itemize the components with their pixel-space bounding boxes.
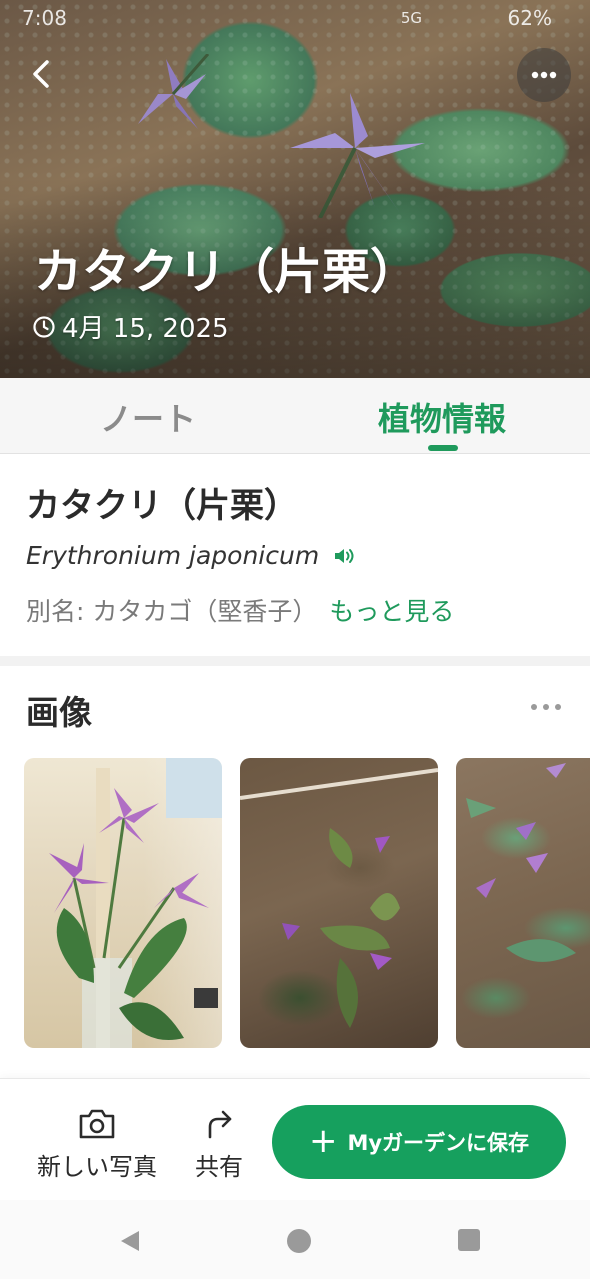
tab-note[interactable]: ノート (100, 394, 196, 440)
nav-home-icon[interactable] (286, 1228, 312, 1254)
plus-icon: + (308, 1120, 338, 1161)
gallery-image[interactable] (240, 758, 438, 1048)
forest-floor-illustration (240, 768, 438, 1028)
tab-bar: ノート 植物情報 (0, 378, 590, 454)
bottom-action-bar: 新しい写真 共有 + Myガーデンに保存 (0, 1078, 590, 1200)
page-title: カタクリ（片栗） (34, 244, 419, 300)
status-battery: 62% (507, 6, 552, 30)
image-gallery (0, 758, 590, 1050)
save-label: Myガーデンに保存 (347, 1131, 530, 1155)
tab-plant-info[interactable]: 植物情報 (378, 394, 506, 440)
scientific-name: Erythronium japonicum (26, 541, 320, 570)
new-photo-label: 新しい写真 (37, 1153, 157, 1181)
meadow-illustration (466, 763, 576, 962)
see-more-link[interactable]: もっと見る (329, 592, 454, 628)
speaker-icon[interactable] (333, 545, 357, 567)
camera-icon (79, 1109, 115, 1139)
clock-icon (33, 315, 55, 338)
flower-illustration (138, 54, 210, 129)
observation-date: 4月 15, 2025 (32, 308, 229, 345)
system-nav-bar (0, 1200, 590, 1279)
share-arrow-icon (208, 1110, 232, 1139)
share-label: 共有 (195, 1153, 243, 1181)
nav-recents-icon[interactable] (457, 1228, 481, 1252)
active-tab-indicator (428, 445, 458, 451)
status-bar: 7:08 5G 62% (0, 0, 590, 36)
plant-name: カタクリ（片栗） (26, 486, 298, 526)
gallery-image[interactable] (456, 758, 590, 1048)
images-section-title: 画像 (26, 693, 92, 732)
chevron-left-icon (33, 60, 49, 88)
hero-image: 7:08 5G 62% カタクリ（片栗） 4月 15, 2025 (0, 0, 590, 378)
more-horizontal-icon[interactable] (526, 700, 566, 714)
new-photo-button[interactable]: 新しい写真 (24, 1107, 170, 1182)
more-horizontal-icon (531, 71, 557, 79)
more-options-button[interactable] (517, 48, 571, 102)
scientific-name-row: Erythronium japonicum (26, 541, 357, 570)
status-network: 5G (400, 9, 422, 27)
date-text: 4月 15, 2025 (62, 314, 229, 344)
section-divider (0, 656, 590, 666)
alias-text: 別名: カタカゴ（堅香子） (26, 597, 318, 626)
flower-vase-illustration (49, 758, 222, 1048)
save-to-garden-button[interactable]: + Myガーデンに保存 (272, 1105, 566, 1179)
back-button[interactable] (20, 52, 64, 96)
nav-back-icon[interactable] (117, 1228, 143, 1254)
share-button[interactable]: 共有 (188, 1107, 250, 1182)
status-time: 7:08 (22, 6, 67, 30)
gallery-image[interactable] (24, 758, 222, 1048)
alias-row: 別名: カタカゴ（堅香子） もっと見る (26, 592, 454, 628)
